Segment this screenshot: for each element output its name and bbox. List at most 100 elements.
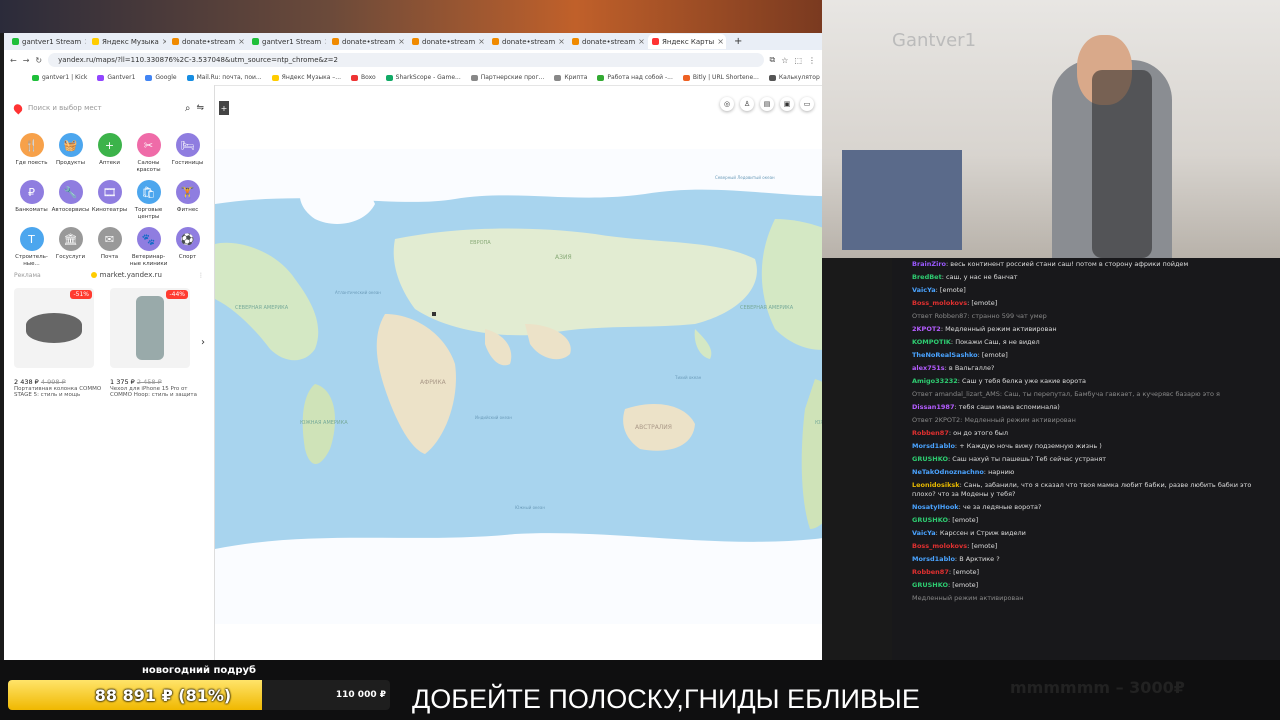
- chat-username[interactable]: KOMPOTIK: [912, 338, 951, 346]
- transport-icon[interactable]: ▣: [780, 97, 794, 111]
- category-item[interactable]: T Строитель-ные...: [12, 227, 51, 268]
- extensions-icon[interactable]: ⬚: [794, 56, 802, 65]
- search-input[interactable]: Поиск и выбор мест: [28, 104, 179, 112]
- bookmark-item[interactable]: Mail.Ru: почта, пои...: [186, 74, 262, 81]
- menu-icon[interactable]: ⋮: [808, 56, 816, 65]
- category-item[interactable]: 🐾 Ветеринар-ные клиники: [129, 227, 168, 268]
- chat-username[interactable]: GRUSHKO: [912, 581, 948, 589]
- chat-username[interactable]: alex751s: [912, 364, 945, 372]
- bookmark-item[interactable]: Яндекс Музыка –...: [271, 74, 341, 81]
- chat-username[interactable]: Leonidosiksk: [912, 481, 960, 489]
- browser-tab[interactable]: Яндекс Карты ×: [648, 34, 726, 49]
- layers-icon[interactable]: ◎: [720, 97, 734, 111]
- svg-text:ЮЖНАЯ АМЕРИКА: ЮЖНАЯ АМЕРИКА: [300, 420, 348, 426]
- browser-tab[interactable]: donate•stream ×: [488, 34, 566, 49]
- category-item[interactable]: 🛏 Гостиницы: [168, 133, 207, 174]
- category-item[interactable]: 🛍 Торговые центры: [129, 180, 168, 221]
- browser-tab[interactable]: donate•stream ×: [568, 34, 646, 49]
- close-icon[interactable]: ×: [638, 37, 645, 46]
- chat-username[interactable]: GRUSHKO: [912, 516, 948, 524]
- close-icon[interactable]: ×: [478, 37, 485, 46]
- chat-username[interactable]: BredBet: [912, 273, 942, 281]
- reload-icon[interactable]: ↻: [35, 56, 42, 65]
- search-box[interactable]: Поиск и выбор мест ⌕ ⇋: [11, 97, 204, 119]
- close-icon[interactable]: ×: [717, 37, 724, 46]
- chat-username[interactable]: NeTakOdnoznachno: [912, 468, 984, 476]
- bookmark-item[interactable]: Работа над собой -...: [597, 74, 673, 81]
- world-map[interactable]: АЗИЯ ЕВРОПА АФРИКА АВСТРАЛИЯ СЕВЕРНАЯ АМ…: [215, 149, 822, 624]
- chat-username[interactable]: BrainZiro: [912, 260, 946, 268]
- browser-tab[interactable]: gantver1 Stream×: [8, 34, 86, 49]
- chat-message: GRUSHKO: [emote]: [912, 581, 979, 589]
- close-icon[interactable]: ×: [558, 37, 565, 46]
- close-icon[interactable]: ×: [162, 37, 166, 46]
- person-icon[interactable]: ♙: [740, 97, 754, 111]
- bookmark-item[interactable]: Gantver1: [97, 74, 135, 81]
- category-item[interactable]: 🍴 Где поесть: [12, 133, 51, 174]
- category-item[interactable]: ⚽ Спорт: [168, 227, 207, 268]
- category-item[interactable]: + Аптеки: [90, 133, 129, 174]
- category-label: Торговые центры: [134, 207, 163, 220]
- chat-username[interactable]: NosatyIHook: [912, 503, 959, 511]
- browser-tab[interactable]: donate•stream ×: [328, 34, 406, 49]
- search-icon[interactable]: ⌕: [185, 103, 191, 114]
- tab-favicon-icon: [572, 38, 579, 45]
- browser-tab[interactable]: gantver1 Stream×: [248, 34, 326, 49]
- category-item[interactable]: ₽ Банкоматы: [12, 180, 51, 221]
- category-label: Где поесть: [15, 160, 48, 166]
- chat-username[interactable]: GRUSHKO: [912, 455, 948, 463]
- chat-username[interactable]: Boss_molokovs: [912, 299, 967, 307]
- category-item[interactable]: 🏋 Фитнес: [168, 180, 207, 221]
- close-icon[interactable]: ×: [84, 37, 86, 46]
- category-item[interactable]: ✂ Салоны красоты: [129, 133, 168, 174]
- chat-username[interactable]: 2KPOT2: [912, 325, 941, 333]
- bookmark-item[interactable]: Калькулятор казор...: [768, 74, 822, 81]
- category-item[interactable]: 🏛 Госуслуги: [51, 227, 90, 268]
- chat-message: Dissan1987: тебя саши мама вспоминала): [912, 403, 1060, 411]
- chat-username[interactable]: Amigo33232: [912, 377, 958, 385]
- browser-tab[interactable]: donate•stream ×: [408, 34, 486, 49]
- category-item[interactable]: 🔧 Автосервисы: [51, 180, 90, 221]
- chat-username[interactable]: Dissan1987: [912, 403, 954, 411]
- bookmark-item[interactable]: Партнерские прог...: [470, 74, 544, 81]
- chat-message: Boss_molokovs: [emote]: [912, 299, 998, 307]
- close-icon[interactable]: ×: [238, 37, 245, 46]
- map-view[interactable]: + ◎ ♙ ▤ ▣ ▭ АЗИЯ ЕВРОПА АФРИКА АВСТРАЛИЯ…: [215, 85, 822, 660]
- route-icon[interactable]: ⇋: [196, 103, 204, 113]
- chat-username[interactable]: VaicYa: [912, 286, 936, 294]
- bookmark-item[interactable]: Boxo: [351, 74, 376, 81]
- close-icon[interactable]: ×: [324, 37, 326, 46]
- browser-tab[interactable]: donate•stream ×: [168, 34, 246, 49]
- chat-username[interactable]: Robben87: [912, 568, 949, 576]
- bookmark-item[interactable]: Bitly | URL Shortene...: [682, 74, 759, 81]
- chat-username[interactable]: Morsd1ablo: [912, 555, 955, 563]
- install-icon[interactable]: ⧉: [770, 55, 776, 65]
- product-card[interactable]: -51% 2 438 ₽ 4 998 ₽ Портативная колонка…: [14, 288, 102, 398]
- back-icon[interactable]: ←: [10, 56, 17, 65]
- next-arrow-icon[interactable]: ›: [201, 337, 205, 348]
- bookmark-item[interactable]: Крипта: [554, 74, 587, 81]
- panorama-icon[interactable]: ▤: [760, 97, 774, 111]
- chat-username[interactable]: TheNoRealSashko: [912, 351, 978, 359]
- more-icon[interactable]: ⋮: [198, 272, 204, 279]
- new-tab-icon[interactable]: +: [734, 36, 742, 47]
- chat-username[interactable]: VaicYa: [912, 529, 936, 537]
- star-icon[interactable]: ☆: [781, 56, 788, 65]
- chat-username[interactable]: Morsd1ablo: [912, 442, 955, 450]
- url-field[interactable]: yandex.ru/maps/?ll=110.330876%2C-3.53704…: [48, 53, 764, 67]
- collapse-sidebar-button[interactable]: +: [219, 101, 229, 115]
- category-item[interactable]: 🎞 Кинотеатры: [90, 180, 129, 221]
- forward-icon[interactable]: →: [23, 56, 30, 65]
- chat-username[interactable]: Robben87: [912, 429, 949, 437]
- close-icon[interactable]: ×: [398, 37, 405, 46]
- category-item[interactable]: ✉ Почта: [90, 227, 129, 268]
- product-card[interactable]: -44% 1 375 ₽ 2 458 ₽ Чехол для iPhone 15…: [110, 288, 198, 398]
- chat-username[interactable]: Boss_molokovs: [912, 542, 967, 550]
- category-item[interactable]: 🧺 Продукты: [51, 133, 90, 174]
- bookmark-item[interactable]: gantver1 | Kick: [32, 74, 87, 81]
- ad-source[interactable]: market.yandex.ru: [100, 271, 162, 279]
- bookmark-item[interactable]: Google: [145, 74, 177, 81]
- bookmark-item[interactable]: SharkScope - Game...: [385, 74, 461, 81]
- ruler-icon[interactable]: ▭: [800, 97, 814, 111]
- browser-tab[interactable]: Яндекс Музыка ×: [88, 34, 166, 49]
